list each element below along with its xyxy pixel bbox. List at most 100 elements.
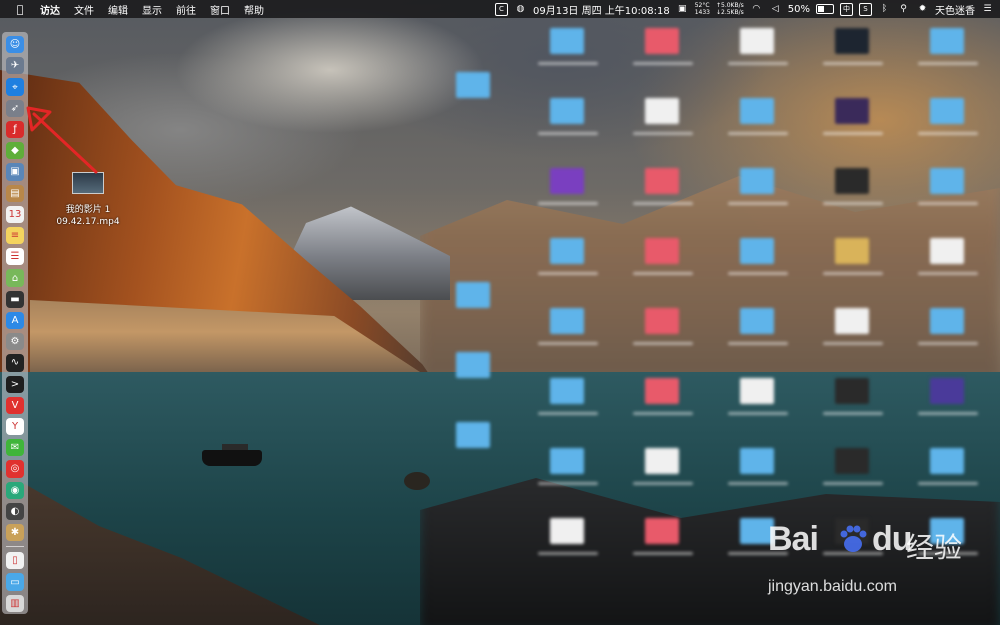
c-app-icon[interactable]: C <box>494 2 508 16</box>
calendar-icon[interactable]: 13 <box>6 205 24 223</box>
blurred-desktop-item[interactable] <box>930 308 964 334</box>
clock[interactable]: 09月13日 周四 上午10:08:18 <box>533 2 670 17</box>
volume-icon[interactable]: ◁ <box>769 3 782 16</box>
notes-icon[interactable]: ≡ <box>6 226 24 245</box>
blurred-desktop-item[interactable] <box>835 378 869 404</box>
blurred-desktop-item[interactable] <box>645 448 679 474</box>
s-app-icon[interactable]: S <box>859 2 872 16</box>
wifi-icon[interactable]: ◠ <box>750 3 763 16</box>
brightness-icon[interactable]: ✹ <box>916 3 929 16</box>
blurred-desktop-item[interactable] <box>740 238 774 264</box>
launchpad-icon[interactable]: ✈ <box>6 57 24 75</box>
blurred-desktop-item[interactable] <box>740 98 774 124</box>
blurred-desktop-item[interactable] <box>835 238 869 264</box>
input-method-icon[interactable]: 中 <box>840 2 853 16</box>
battery-icon[interactable] <box>816 4 834 14</box>
blurred-desktop-item[interactable] <box>645 238 679 264</box>
app-store-icon[interactable]: A <box>6 311 24 330</box>
blurred-desktop-item[interactable] <box>930 98 964 124</box>
blurred-desktop-item[interactable] <box>740 448 774 474</box>
safari-icon[interactable]: ⌖ <box>6 78 24 96</box>
watermark-cn: 经验 <box>906 531 963 564</box>
blurred-desktop-item[interactable] <box>930 168 964 194</box>
blurred-desktop-label <box>918 342 978 345</box>
folder-icon[interactable]: ▭ <box>6 573 24 591</box>
screen-record-icon[interactable]: ▣ <box>676 3 689 16</box>
menu-go[interactable]: 前往 <box>176 2 196 17</box>
blurred-desktop-item[interactable] <box>740 308 774 334</box>
blurred-desktop-item[interactable] <box>835 448 869 474</box>
network-stats[interactable]: ↑5.0KB/s ↓2.5KB/s <box>716 2 744 16</box>
blurred-desktop-label <box>823 202 883 205</box>
blurred-desktop-item[interactable] <box>456 352 490 378</box>
blurred-desktop-item[interactable] <box>930 378 964 404</box>
yandex-icon[interactable]: Y <box>6 417 24 436</box>
menu-window[interactable]: 窗口 <box>210 2 230 17</box>
system-preferences-icon[interactable]: ⚙ <box>6 333 24 351</box>
user-name[interactable]: 天色迷香 <box>935 2 975 17</box>
red-arrow-annotation <box>26 106 98 174</box>
blurred-desktop-item[interactable] <box>645 98 679 124</box>
blurred-desktop-item[interactable] <box>550 98 584 124</box>
blurred-desktop-item[interactable] <box>835 28 869 54</box>
blurred-desktop-label <box>538 552 598 555</box>
blurred-desktop-item[interactable] <box>550 448 584 474</box>
terminal-icon[interactable]: > <box>6 375 24 393</box>
blurred-desktop-item[interactable] <box>835 98 869 124</box>
blurred-desktop-label <box>918 272 978 275</box>
bluetooth-icon[interactable]: ᛒ <box>878 3 891 16</box>
trash-icon[interactable]: ▥ <box>6 594 24 612</box>
notification-center-icon[interactable]: ☰ <box>981 3 994 16</box>
blurred-desktop-item[interactable] <box>930 28 964 54</box>
blurred-desktop-item[interactable] <box>835 168 869 194</box>
menu-app-finder[interactable]: 访达 <box>40 2 60 17</box>
blurred-desktop-item[interactable] <box>645 28 679 54</box>
blurred-desktop-label <box>823 132 883 135</box>
blurred-desktop-item[interactable] <box>456 422 490 448</box>
blurred-desktop-item[interactable] <box>740 168 774 194</box>
finder-icon[interactable]: ☺ <box>6 36 24 54</box>
blurred-desktop-item[interactable] <box>645 168 679 194</box>
wechat-icon[interactable]: ✉ <box>6 439 24 457</box>
activity-monitor-icon[interactable]: ∿ <box>6 354 24 372</box>
apple-menu-icon[interactable]:  <box>14 3 26 16</box>
blurred-desktop-item[interactable] <box>835 308 869 334</box>
blurred-desktop-item[interactable] <box>740 378 774 404</box>
blurred-desktop-item[interactable] <box>550 28 584 54</box>
blurred-desktop-item[interactable] <box>645 378 679 404</box>
blurred-desktop-item[interactable] <box>550 518 584 544</box>
blurred-desktop-item[interactable] <box>930 238 964 264</box>
blurred-desktop-label <box>538 132 598 135</box>
photo-booth-icon[interactable]: ▬ <box>6 290 24 308</box>
cpu-stats[interactable]: 52°C 1433 <box>695 2 710 16</box>
blurred-desktop-item[interactable] <box>456 72 490 98</box>
document-icon[interactable]: ▯ <box>6 552 24 570</box>
vivaldi-icon[interactable]: V <box>6 396 24 414</box>
blurred-desktop-item[interactable] <box>930 448 964 474</box>
green-app-icon[interactable]: ◉ <box>6 481 24 499</box>
gear-app-icon[interactable]: ✱ <box>6 524 24 542</box>
battery-percent[interactable]: 50% <box>788 4 810 15</box>
blurred-desktop-item[interactable] <box>550 238 584 264</box>
blurred-desktop-label <box>823 272 883 275</box>
maps-icon[interactable]: ⌂ <box>6 269 24 287</box>
blurred-desktop-item[interactable] <box>645 518 679 544</box>
weibo-icon[interactable]: ◎ <box>6 460 24 478</box>
menu-help[interactable]: 帮助 <box>244 2 264 17</box>
blurred-desktop-item[interactable] <box>550 378 584 404</box>
blurred-desktop-item[interactable] <box>456 282 490 308</box>
blurred-desktop-item[interactable] <box>645 308 679 334</box>
qq-icon[interactable]: ◐ <box>6 502 24 521</box>
blurred-desktop-item[interactable] <box>550 168 584 194</box>
blurred-desktop-label <box>633 272 693 275</box>
globe-icon[interactable]: ◍ <box>514 3 527 16</box>
blurred-desktop-item[interactable] <box>550 308 584 334</box>
menu-bar:  访达 文件 编辑 显示 前往 窗口 帮助 C ◍ 09月13日 周四 上午1… <box>0 0 1000 18</box>
spotlight-icon[interactable]: ⚲ <box>897 3 910 16</box>
blurred-desktop-label <box>538 202 598 205</box>
blurred-desktop-item[interactable] <box>740 28 774 54</box>
menu-view[interactable]: 显示 <box>142 2 162 17</box>
menu-edit[interactable]: 编辑 <box>108 2 128 17</box>
menu-file[interactable]: 文件 <box>74 2 94 17</box>
reminders-icon[interactable]: ☰ <box>6 248 24 266</box>
